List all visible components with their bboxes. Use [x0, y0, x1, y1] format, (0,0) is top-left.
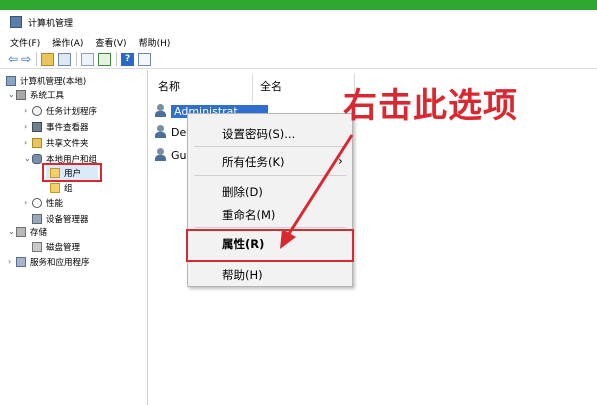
annotation-arrow: [280, 134, 354, 249]
